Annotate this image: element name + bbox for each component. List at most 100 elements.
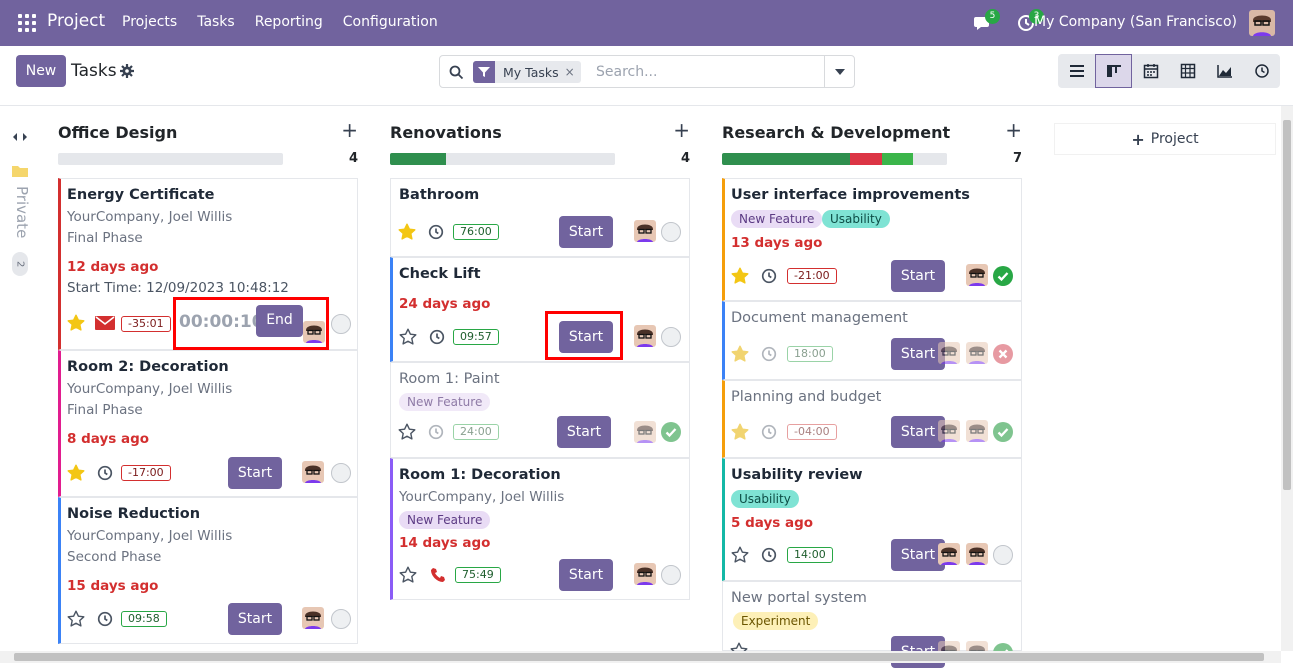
- priority-star-icon[interactable]: [399, 328, 417, 346]
- priority-star-icon[interactable]: [67, 610, 85, 628]
- assignee-avatar[interactable]: [302, 607, 324, 629]
- priority-star-icon[interactable]: [398, 223, 416, 241]
- column-progress-bar[interactable]: [58, 153, 283, 165]
- progress-segment[interactable]: [722, 153, 851, 165]
- kanban-state-icon[interactable]: [993, 266, 1013, 286]
- gear-icon[interactable]: [120, 64, 134, 78]
- start-timer-button[interactable]: Start: [891, 416, 945, 448]
- column-title[interactable]: Research & Development: [722, 123, 950, 142]
- assignee-avatar[interactable]: [634, 563, 656, 585]
- start-timer-button[interactable]: Start: [557, 416, 611, 448]
- start-timer-button[interactable]: Start: [559, 559, 613, 591]
- priority-star-icon[interactable]: [399, 566, 417, 584]
- column-progress-bar[interactable]: [722, 153, 947, 165]
- quick-create-plus-icon[interactable]: +: [1005, 120, 1022, 140]
- kanban-view-button[interactable]: [1095, 54, 1132, 88]
- priority-star-icon[interactable]: [731, 546, 749, 564]
- priority-star-icon[interactable]: [398, 423, 416, 441]
- progress-segment[interactable]: [913, 153, 947, 165]
- assignee-avatar[interactable]: [966, 264, 988, 286]
- kanban-state-icon[interactable]: [993, 344, 1013, 364]
- start-timer-button[interactable]: Start: [228, 457, 282, 489]
- search-input[interactable]: [594, 62, 814, 82]
- pivot-view-button[interactable]: [1169, 54, 1206, 88]
- task-card[interactable]: Usability review Usability 5 days ago 14…: [722, 458, 1022, 581]
- assignee-avatar[interactable]: [634, 325, 656, 347]
- calendar-view-button[interactable]: [1132, 54, 1169, 88]
- kanban-state-icon[interactable]: [331, 609, 351, 629]
- priority-star-icon[interactable]: [731, 267, 749, 285]
- menu-tasks[interactable]: Tasks: [197, 14, 235, 30]
- vertical-scrollbar[interactable]: [1281, 106, 1293, 651]
- kanban-state-icon[interactable]: [661, 327, 681, 347]
- task-card[interactable]: Room 1: Decoration YourCompany, Joel Wil…: [390, 458, 690, 600]
- app-brand[interactable]: Project: [47, 11, 105, 31]
- assignee-avatar[interactable]: [634, 421, 656, 443]
- assignee-avatar[interactable]: [938, 543, 960, 565]
- activity-clock-icon[interactable]: [428, 224, 444, 240]
- new-button[interactable]: New: [16, 55, 66, 87]
- progress-segment[interactable]: [850, 153, 882, 165]
- user-avatar[interactable]: [1249, 10, 1275, 36]
- start-timer-button[interactable]: Start: [891, 260, 945, 292]
- quick-create-plus-icon[interactable]: +: [341, 120, 358, 140]
- progress-segment[interactable]: [881, 153, 914, 165]
- folded-column-private[interactable]: Private 2: [9, 162, 31, 282]
- priority-star-icon[interactable]: [731, 423, 749, 441]
- task-card[interactable]: Room 1: Paint New Feature 24:00 Start: [390, 362, 690, 458]
- priority-star-icon[interactable]: [67, 314, 85, 332]
- kanban-state-icon[interactable]: [661, 422, 681, 442]
- task-card[interactable]: Planning and budget -04:00 Start: [722, 380, 1022, 458]
- facet-remove-icon[interactable]: ×: [565, 65, 581, 79]
- kanban-state-icon[interactable]: [331, 463, 351, 483]
- priority-star-icon[interactable]: [67, 464, 85, 482]
- phone-icon[interactable]: [430, 567, 446, 583]
- progress-segment[interactable]: [446, 153, 615, 165]
- assignee-avatar[interactable]: [966, 342, 988, 364]
- activity-clock-icon[interactable]: [97, 465, 113, 481]
- assignee-avatar[interactable]: [966, 543, 988, 565]
- task-card[interactable]: Room 2: Decoration YourCompany, Joel Wil…: [58, 350, 358, 497]
- column-progress-bar[interactable]: [390, 153, 615, 165]
- assignee-avatar[interactable]: [938, 342, 960, 364]
- quick-create-plus-icon[interactable]: +: [673, 120, 690, 140]
- task-card[interactable]: Bathroom 76:00 Start: [390, 178, 690, 257]
- assignee-avatar[interactable]: [966, 420, 988, 442]
- kanban-state-icon[interactable]: [661, 222, 681, 242]
- activity-clock-icon[interactable]: [761, 424, 777, 440]
- horizontal-scroll-thumb[interactable]: [14, 653, 1264, 661]
- graph-view-button[interactable]: [1206, 54, 1243, 88]
- activity-clock-icon[interactable]: [761, 346, 777, 362]
- chat-icon[interactable]: 5: [973, 9, 1000, 33]
- vertical-scroll-thumb[interactable]: [1283, 120, 1291, 490]
- task-card[interactable]: Document management 18:00 Start: [722, 301, 1022, 380]
- menu-reporting[interactable]: Reporting: [255, 14, 323, 30]
- assignee-avatar[interactable]: [938, 420, 960, 442]
- activity-clock-icon[interactable]: [97, 611, 113, 627]
- search-icon[interactable]: [449, 65, 464, 80]
- activity-clock-icon[interactable]: [429, 329, 445, 345]
- activity-clock-icon[interactable]: [761, 268, 777, 284]
- app-menu-icon[interactable]: [18, 14, 36, 32]
- activity-clock-icon[interactable]: [428, 424, 444, 440]
- kanban-state-icon[interactable]: [993, 545, 1013, 565]
- menu-projects[interactable]: Projects: [122, 14, 177, 30]
- start-timer-button[interactable]: Start: [891, 539, 945, 571]
- search-options-toggle[interactable]: [824, 56, 854, 87]
- company-switcher[interactable]: My Company (San Francisco): [1034, 14, 1237, 30]
- activity-view-button[interactable]: [1243, 54, 1280, 88]
- progress-segment[interactable]: [390, 153, 447, 165]
- task-card[interactable]: User interface improvements New Feature …: [722, 178, 1022, 301]
- assignee-avatar[interactable]: [634, 220, 656, 242]
- start-timer-button[interactable]: Start: [228, 603, 282, 635]
- add-column-button[interactable]: + Project: [1054, 123, 1276, 155]
- column-title[interactable]: Office Design: [58, 123, 177, 142]
- task-card[interactable]: Noise Reduction YourCompany, Joel Willis…: [58, 497, 358, 644]
- list-view-button[interactable]: [1058, 54, 1095, 88]
- start-timer-button[interactable]: Start: [559, 216, 613, 248]
- task-card[interactable]: Check Lift 24 days ago 09:57 Start: [390, 257, 690, 362]
- start-timer-button[interactable]: Start: [891, 338, 945, 370]
- assignee-avatar[interactable]: [302, 461, 324, 483]
- task-card[interactable]: New portal system Experiment Start: [722, 581, 1022, 668]
- progress-segment[interactable]: [58, 153, 283, 165]
